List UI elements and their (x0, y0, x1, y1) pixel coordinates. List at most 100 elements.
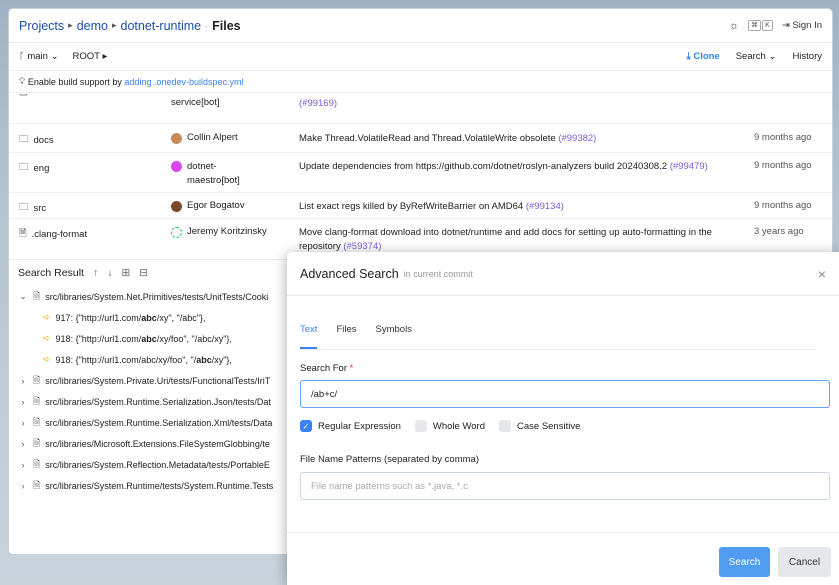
chevron-right-icon[interactable]: › (18, 481, 28, 491)
sign-in-link[interactable]: ⇥ Sign In (782, 20, 822, 31)
sign-in-label: Sign In (792, 20, 822, 31)
check-icon[interactable]: ✓ (300, 420, 312, 432)
file-name-cell[interactable]: 🗀︎ docs (19, 132, 54, 148)
file-name[interactable]: src (34, 203, 47, 214)
search-dropdown[interactable]: Search ⌄ (736, 51, 777, 62)
dialog-subtitle: in current commit (403, 268, 473, 279)
file-name[interactable]: docs (34, 135, 54, 146)
top-bar: Projects ▸ demo ▸ dotnet-runtime · Files… (9, 9, 832, 43)
search-options: ✓ Regular Expression Whole Word Case Sens… (300, 420, 584, 432)
result-path[interactable]: src/libraries/System.Runtime/tests/Syste… (45, 481, 273, 491)
issue-link[interactable]: (#99169) (299, 98, 337, 109)
arrow-up-icon[interactable]: ↑ (93, 267, 98, 279)
date-cell: 3 years ago (754, 226, 804, 237)
issue-link[interactable]: (#59374) (343, 241, 381, 252)
dialog-title: Advanced Search (300, 266, 399, 281)
file-name[interactable]: .clang-format (32, 229, 87, 240)
issue-link[interactable]: (#99479) (670, 161, 708, 172)
result-path[interactable]: src/libraries/System.Runtime.Serializati… (45, 418, 272, 428)
chevron-right-icon[interactable]: › (18, 460, 28, 470)
collapse-all-icon[interactable]: ⊟ (139, 267, 148, 279)
file-patterns-input[interactable]: File name patterns such as *.java, *.c (300, 472, 830, 500)
sign-in-icon: ⇥ (781, 20, 790, 31)
path-root[interactable]: ROOT ▸ (73, 51, 108, 62)
theme-toggle-icon[interactable]: ☼ (729, 20, 739, 32)
search-for-text: Search For (300, 363, 347, 374)
match-highlight: abc (141, 312, 157, 323)
cancel-button[interactable]: Cancel (778, 547, 831, 577)
regex-label: Regular Expression (318, 420, 401, 432)
dot-separator-icon: · (205, 20, 209, 31)
file-name-cell[interactable]: 🗀︎ eng (19, 160, 49, 176)
avatar (171, 201, 182, 212)
match-pre: 918: {"http://url1.com/abc/xy/foo", "/ (55, 354, 197, 365)
table-row[interactable]: 🗀︎ docs Collin Alpert Make Thread.Volatil… (9, 124, 832, 153)
search-for-value: /ab+c/ (311, 388, 338, 400)
clone-button[interactable]: ⤓ Clone (686, 51, 719, 62)
folder-icon: 🗀︎ (19, 162, 29, 173)
table-row[interactable]: 🗀︎ eng dotnet-maestro[bot] Update depende… (9, 153, 832, 193)
file-name-cell[interactable]: 🗎︎ .clang-format (19, 226, 87, 242)
author-cell: Jeremy Koritzinsky (171, 226, 267, 238)
date-cell: 9 months ago (754, 200, 812, 211)
author-name: Collin Alpert (187, 132, 238, 143)
repo-toolbar: ᚴ main ⌄ ROOT ▸ ⤓ Clone Search ⌄ History (9, 43, 832, 71)
branch-selector[interactable]: ᚴ main ⌄ (19, 51, 59, 62)
result-path[interactable]: src/libraries/System.Private.Uri/tests/F… (45, 376, 270, 386)
checkbox-box[interactable] (499, 420, 511, 432)
add-buildspec-link[interactable]: adding .onedev-buildspec.yml (124, 77, 243, 87)
history-link[interactable]: History (792, 51, 822, 62)
commit-message[interactable]: Make Thread.VolatileRead and Thread.Vola… (299, 133, 556, 144)
match-pre: 918: {"http://url1.com/ (55, 333, 142, 344)
expand-all-icon[interactable]: ⊞ (121, 267, 130, 279)
table-row[interactable]: ▭ service[bot] (#99169) (9, 94, 832, 124)
chevron-right-icon[interactable]: › (18, 439, 28, 449)
case-sensitive-checkbox[interactable]: Case Sensitive (499, 420, 580, 432)
match-pre: 917: {"http://url1.com/ (55, 312, 142, 323)
chevron-right-icon[interactable]: › (18, 397, 28, 407)
issue-link[interactable]: (#99382) (558, 133, 596, 144)
patterns-label: File Name Patterns (separated by comma) (300, 454, 479, 465)
file-name-cell[interactable]: ▭ (19, 94, 28, 99)
breadcrumb-project[interactable]: demo (77, 19, 108, 33)
search-for-input[interactable]: /ab+c/ (300, 380, 830, 408)
folder-icon: 🗀︎ (19, 202, 29, 213)
tab-symbols[interactable]: Symbols (376, 324, 412, 349)
breadcrumb-projects[interactable]: Projects (19, 19, 64, 33)
author-cell: Egor Bogatov (171, 200, 245, 212)
breadcrumb: Projects ▸ demo ▸ dotnet-runtime · Files (19, 19, 241, 33)
commit-message[interactable]: Update dependencies from https://github.… (299, 161, 667, 172)
search-for-label: Search For * (300, 363, 353, 374)
commit-msg-cell: Move clang-format download into dotnet/r… (299, 226, 739, 254)
issue-link[interactable]: (#99134) (526, 201, 564, 212)
search-button[interactable]: Search (719, 547, 770, 577)
advanced-search-dialog: Advanced Search in current commit × Text… (287, 252, 839, 585)
result-path[interactable]: src/libraries/Microsoft.Extensions.FileS… (45, 439, 270, 449)
file-name-cell[interactable]: 🗀︎ src (19, 200, 46, 216)
chevron-right-icon[interactable]: › (18, 418, 28, 428)
regex-checkbox[interactable]: ✓ Regular Expression (300, 420, 401, 432)
result-path[interactable]: src/libraries/System.Runtime.Serializati… (45, 397, 271, 407)
table-row[interactable]: 🗀︎ src Egor Bogatov List exact regs kille… (9, 193, 832, 219)
whole-word-checkbox[interactable]: Whole Word (414, 420, 485, 432)
file-icon: 🗎︎ (19, 228, 27, 239)
result-path[interactable]: src/libraries/System.Reflection.Metadata… (45, 460, 270, 470)
tab-files[interactable]: Files (336, 324, 356, 349)
command-palette-shortcut[interactable]: ⌘ K (748, 20, 773, 31)
file-icon: 🗎︎ (33, 416, 41, 427)
chevron-down-icon: ⌄ (50, 51, 59, 62)
chevron-right-icon[interactable]: › (18, 376, 28, 386)
close-icon[interactable]: × (818, 266, 826, 282)
arrow-down-icon[interactable]: ↓ (107, 267, 112, 279)
breadcrumb-repo[interactable]: dotnet-runtime (121, 19, 202, 33)
checkbox-box[interactable] (414, 420, 427, 432)
result-path[interactable]: src/libraries/System.Net.Primitives/test… (45, 292, 268, 302)
build-support-bar: 💡︎ Enable build support by adding .onede… (9, 71, 832, 93)
branch-name: main (27, 51, 48, 62)
chevron-down-icon[interactable]: ⌄ (18, 291, 28, 302)
commit-message[interactable]: List exact regs killed by ByRefWriteBarr… (299, 201, 523, 212)
avatar (171, 133, 182, 144)
file-name[interactable]: eng (34, 163, 50, 174)
tab-text[interactable]: Text (300, 324, 318, 349)
avatar (171, 227, 182, 238)
